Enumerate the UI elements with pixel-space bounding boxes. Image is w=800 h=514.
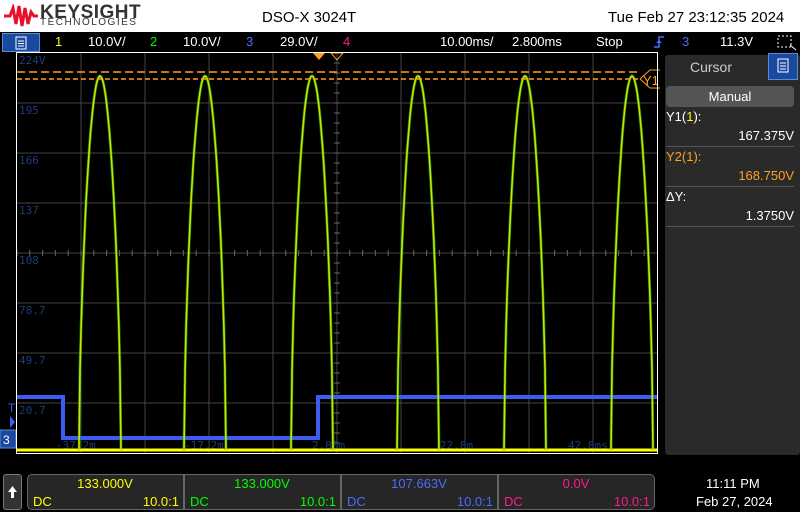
zoom-box-icon[interactable] <box>776 34 798 51</box>
expand-button[interactable] <box>3 474 22 510</box>
ch1-trace <box>183 75 227 451</box>
delta-y-value: 1.3750V <box>745 208 794 223</box>
cursor-mode-button[interactable]: Manual <box>666 86 794 107</box>
divider <box>666 226 794 227</box>
ch1-trace <box>503 75 547 451</box>
ch2-trace <box>395 74 441 451</box>
y-axis-label: 49.7 <box>19 354 46 367</box>
y-axis-label: 20.7 <box>19 404 46 417</box>
y-axis-label: 166 <box>19 154 39 167</box>
channel-coupling: DC <box>347 494 366 509</box>
ch2-trace <box>502 74 548 451</box>
y-axis-label: 78.7 <box>19 304 46 317</box>
menu-icon <box>777 58 789 73</box>
channel-coupling: DC <box>33 494 52 509</box>
ch2-button[interactable]: 2 <box>150 34 157 49</box>
channel-offset: 133.000V <box>77 476 133 491</box>
header: KEYSIGHT TECHNOLOGIES DSO-X 3024T Tue Fe… <box>0 0 800 32</box>
delay[interactable]: 2.800ms <box>512 34 562 49</box>
datetime: Tue Feb 27 23:12:35 2024 <box>608 9 785 26</box>
y1-value[interactable]: 167.375V <box>666 128 794 143</box>
ch1-trace <box>290 75 334 451</box>
status-bar: 1 10.0V/ 2 10.0V/ 3 29.0V/ 4 10.00ms/ 2.… <box>0 32 800 52</box>
channel-coupling: DC <box>190 494 209 509</box>
channel-offset: 107.663V <box>391 476 447 491</box>
model-name: DSO-X 3024T <box>262 9 357 26</box>
clock-time: 11:11 PM <box>706 476 760 491</box>
trigger-level[interactable]: 11.3V <box>720 34 753 49</box>
arrow-up-icon <box>8 486 17 498</box>
timebase[interactable]: 10.00ms/ <box>440 34 493 49</box>
trigger-level-marker: T <box>8 401 16 415</box>
y2-label: Y2(1): <box>666 149 702 164</box>
ch2-trace <box>182 74 228 451</box>
panel-menu-button[interactable] <box>768 53 798 80</box>
y-axis-label: 195 <box>19 104 39 117</box>
divider <box>666 146 794 147</box>
y2-value[interactable]: 168.750V <box>666 168 794 183</box>
ch2-scale[interactable]: 10.0V/ <box>183 34 221 49</box>
trigger-arrow-icon <box>10 416 15 428</box>
clock-date: Feb 27, 2024 <box>696 494 773 509</box>
trigger-position-marker-icon <box>313 53 325 60</box>
channel-offset: 133.000V <box>234 476 290 491</box>
menu-icon <box>15 36 27 50</box>
ch1-button[interactable]: 1 <box>55 34 62 49</box>
trigger-source[interactable]: 3 <box>682 34 689 49</box>
ch2-trace <box>77 74 123 451</box>
delta-y-label: ΔY: <box>666 189 687 204</box>
ch3-scale[interactable]: 29.0V/ <box>280 34 318 49</box>
brand-sub: TECHNOLOGIES <box>40 17 138 28</box>
keysight-logo-icon <box>4 4 38 27</box>
divider <box>666 186 794 187</box>
ch1-trace <box>610 75 654 451</box>
ch1-trace <box>78 75 122 451</box>
ch2-trace <box>609 74 655 451</box>
run-state[interactable]: Stop <box>596 34 623 49</box>
channel-offset: 0.0V <box>562 476 590 491</box>
y-axis-label: 137 <box>19 204 39 217</box>
channel-probe: 10.0:1 <box>456 494 493 509</box>
ch1-scale[interactable]: 10.0V/ <box>88 34 126 49</box>
panel-title: Cursor <box>690 59 733 75</box>
y-axis-label: 108 <box>19 254 39 267</box>
channel-probe: 10.0:1 <box>299 494 336 509</box>
channel-probe: 10.0:1 <box>613 494 650 509</box>
ch1-trace <box>396 75 440 451</box>
channel-probe: 10.0:1 <box>142 494 179 509</box>
ch3-button[interactable]: 3 <box>246 34 253 49</box>
y1-label: Y1(1): <box>666 109 702 124</box>
cursor-y1-label: Y1 <box>643 73 659 88</box>
ch3-marker-label: 3 <box>3 433 10 447</box>
channel-coupling: DC <box>504 494 523 509</box>
ch4-button[interactable]: 4 <box>343 34 350 49</box>
ch2-trace <box>289 74 335 451</box>
rising-edge-trigger-icon <box>654 36 664 48</box>
main-menu-button[interactable] <box>2 33 40 52</box>
waveform-area[interactable]: 224V19516613710878.749.720.7-37.2m -17.2m… <box>0 52 660 472</box>
y-axis-label: 224V <box>19 54 46 67</box>
